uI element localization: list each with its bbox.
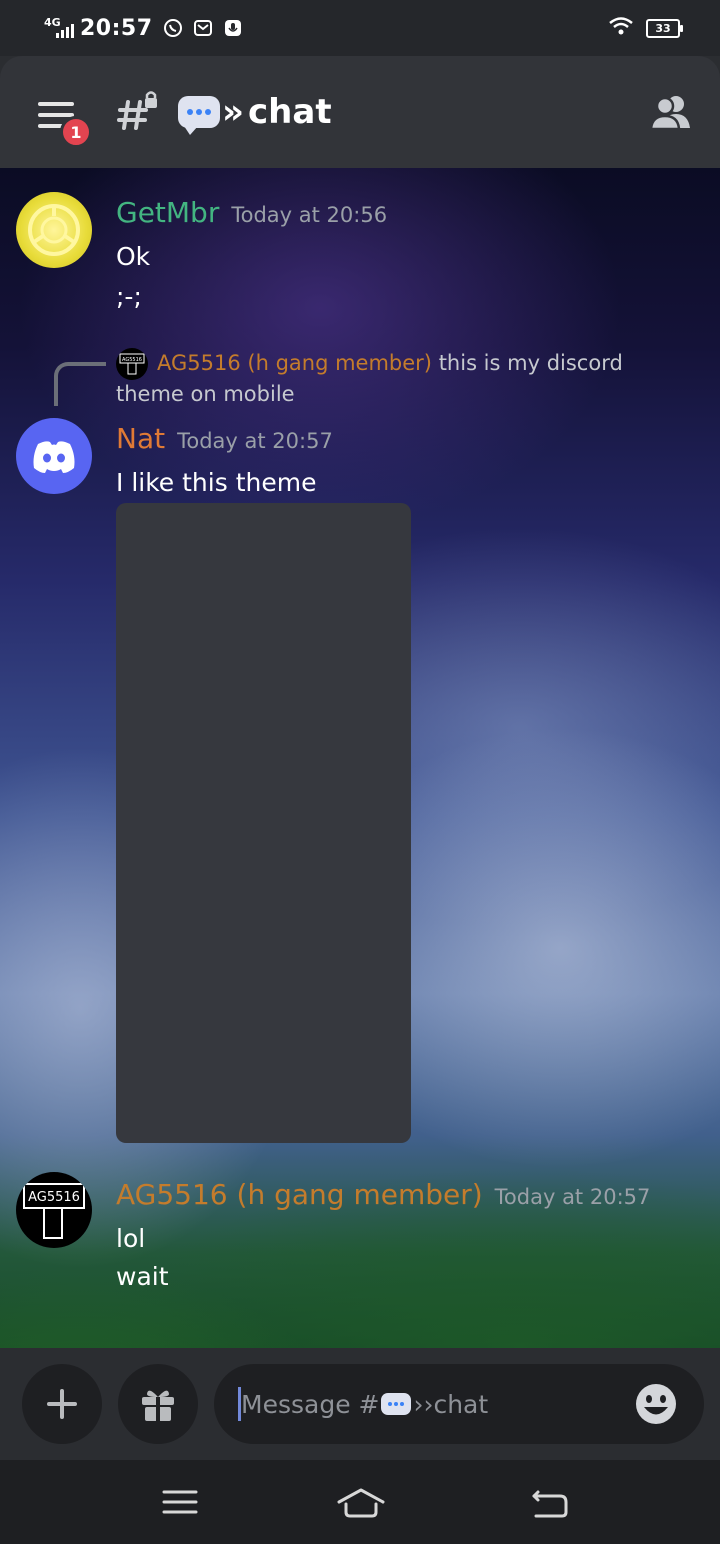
clock: 20:57 bbox=[80, 15, 153, 41]
emoji-icon[interactable] bbox=[634, 1382, 678, 1426]
avatar[interactable] bbox=[16, 418, 92, 494]
message-text: ;-; bbox=[116, 282, 142, 311]
mic-icon bbox=[223, 18, 243, 38]
message-input[interactable]: Message # ›› chat bbox=[214, 1364, 704, 1444]
system-nav-bar bbox=[0, 1460, 720, 1544]
notification-badge: 1 bbox=[60, 116, 92, 148]
mail-icon bbox=[193, 18, 213, 38]
add-attachment-button[interactable] bbox=[22, 1364, 102, 1444]
avatar[interactable]: AG5516 bbox=[16, 1172, 92, 1248]
message-text: wait bbox=[116, 1262, 169, 1291]
message-text: I like this theme bbox=[116, 468, 317, 497]
image-attachment[interactable] bbox=[116, 503, 411, 1143]
message-author[interactable]: AG5516 (h gang member) Today at 20:57 bbox=[116, 1178, 650, 1211]
reply-preview[interactable]: AG5516 (h gang member) this is my discor… bbox=[116, 348, 696, 410]
placeholder-prefix: Message # bbox=[241, 1389, 380, 1419]
author-name[interactable]: AG5516 (h gang member) bbox=[116, 1178, 483, 1211]
avatar[interactable] bbox=[16, 192, 92, 268]
locked-hash-icon bbox=[117, 91, 157, 130]
channel-title: ›› chat bbox=[178, 90, 332, 135]
message-list[interactable]: GetMbr Today at 20:56 Ok ;-; AG5516 AG551… bbox=[0, 168, 720, 1348]
message-author[interactable]: Nat Today at 20:57 bbox=[116, 422, 333, 455]
author-name[interactable]: GetMbr bbox=[116, 196, 219, 229]
message-timestamp: Today at 20:57 bbox=[494, 1185, 651, 1209]
message-text: lol bbox=[116, 1224, 146, 1253]
chevrons-icon: ›› bbox=[222, 92, 244, 132]
gift-button[interactable] bbox=[118, 1364, 198, 1444]
members-icon[interactable] bbox=[650, 94, 692, 130]
reply-connector bbox=[54, 362, 106, 406]
channel-name: chat bbox=[248, 92, 332, 132]
channel-header: 1 ›› chat bbox=[0, 56, 720, 168]
gift-icon bbox=[142, 1390, 174, 1421]
author-name[interactable]: Nat bbox=[116, 422, 165, 455]
placeholder-channel: chat bbox=[433, 1389, 489, 1419]
speech-bubble-emoji-icon bbox=[381, 1393, 412, 1415]
plus-icon bbox=[47, 1389, 77, 1419]
recent-apps-icon[interactable] bbox=[160, 1482, 200, 1522]
svg-text:AG5516: AG5516 bbox=[28, 1190, 80, 1205]
battery-icon: 33 bbox=[646, 18, 683, 38]
status-bar: 4G 20:57 33 bbox=[0, 0, 720, 56]
chevrons-icon: ›› bbox=[413, 1389, 434, 1419]
message-timestamp: Today at 20:57 bbox=[177, 429, 333, 453]
message-text: Ok bbox=[116, 242, 151, 271]
wifi-icon bbox=[608, 16, 634, 40]
message-placeholder: Message # ›› chat bbox=[241, 1390, 488, 1419]
network-indicator: 4G bbox=[44, 16, 74, 40]
message-author[interactable]: GetMbr Today at 20:56 bbox=[116, 196, 387, 229]
message-timestamp: Today at 20:56 bbox=[231, 203, 388, 227]
signal-icon bbox=[56, 24, 74, 38]
home-icon[interactable] bbox=[336, 1482, 386, 1522]
composer-bar: Message # ›› chat bbox=[0, 1348, 720, 1460]
back-icon[interactable] bbox=[530, 1482, 570, 1522]
speech-bubble-emoji-icon bbox=[178, 96, 220, 135]
whatsapp-icon bbox=[163, 18, 183, 38]
reply-author[interactable]: AG5516 (h gang member) bbox=[157, 351, 432, 375]
